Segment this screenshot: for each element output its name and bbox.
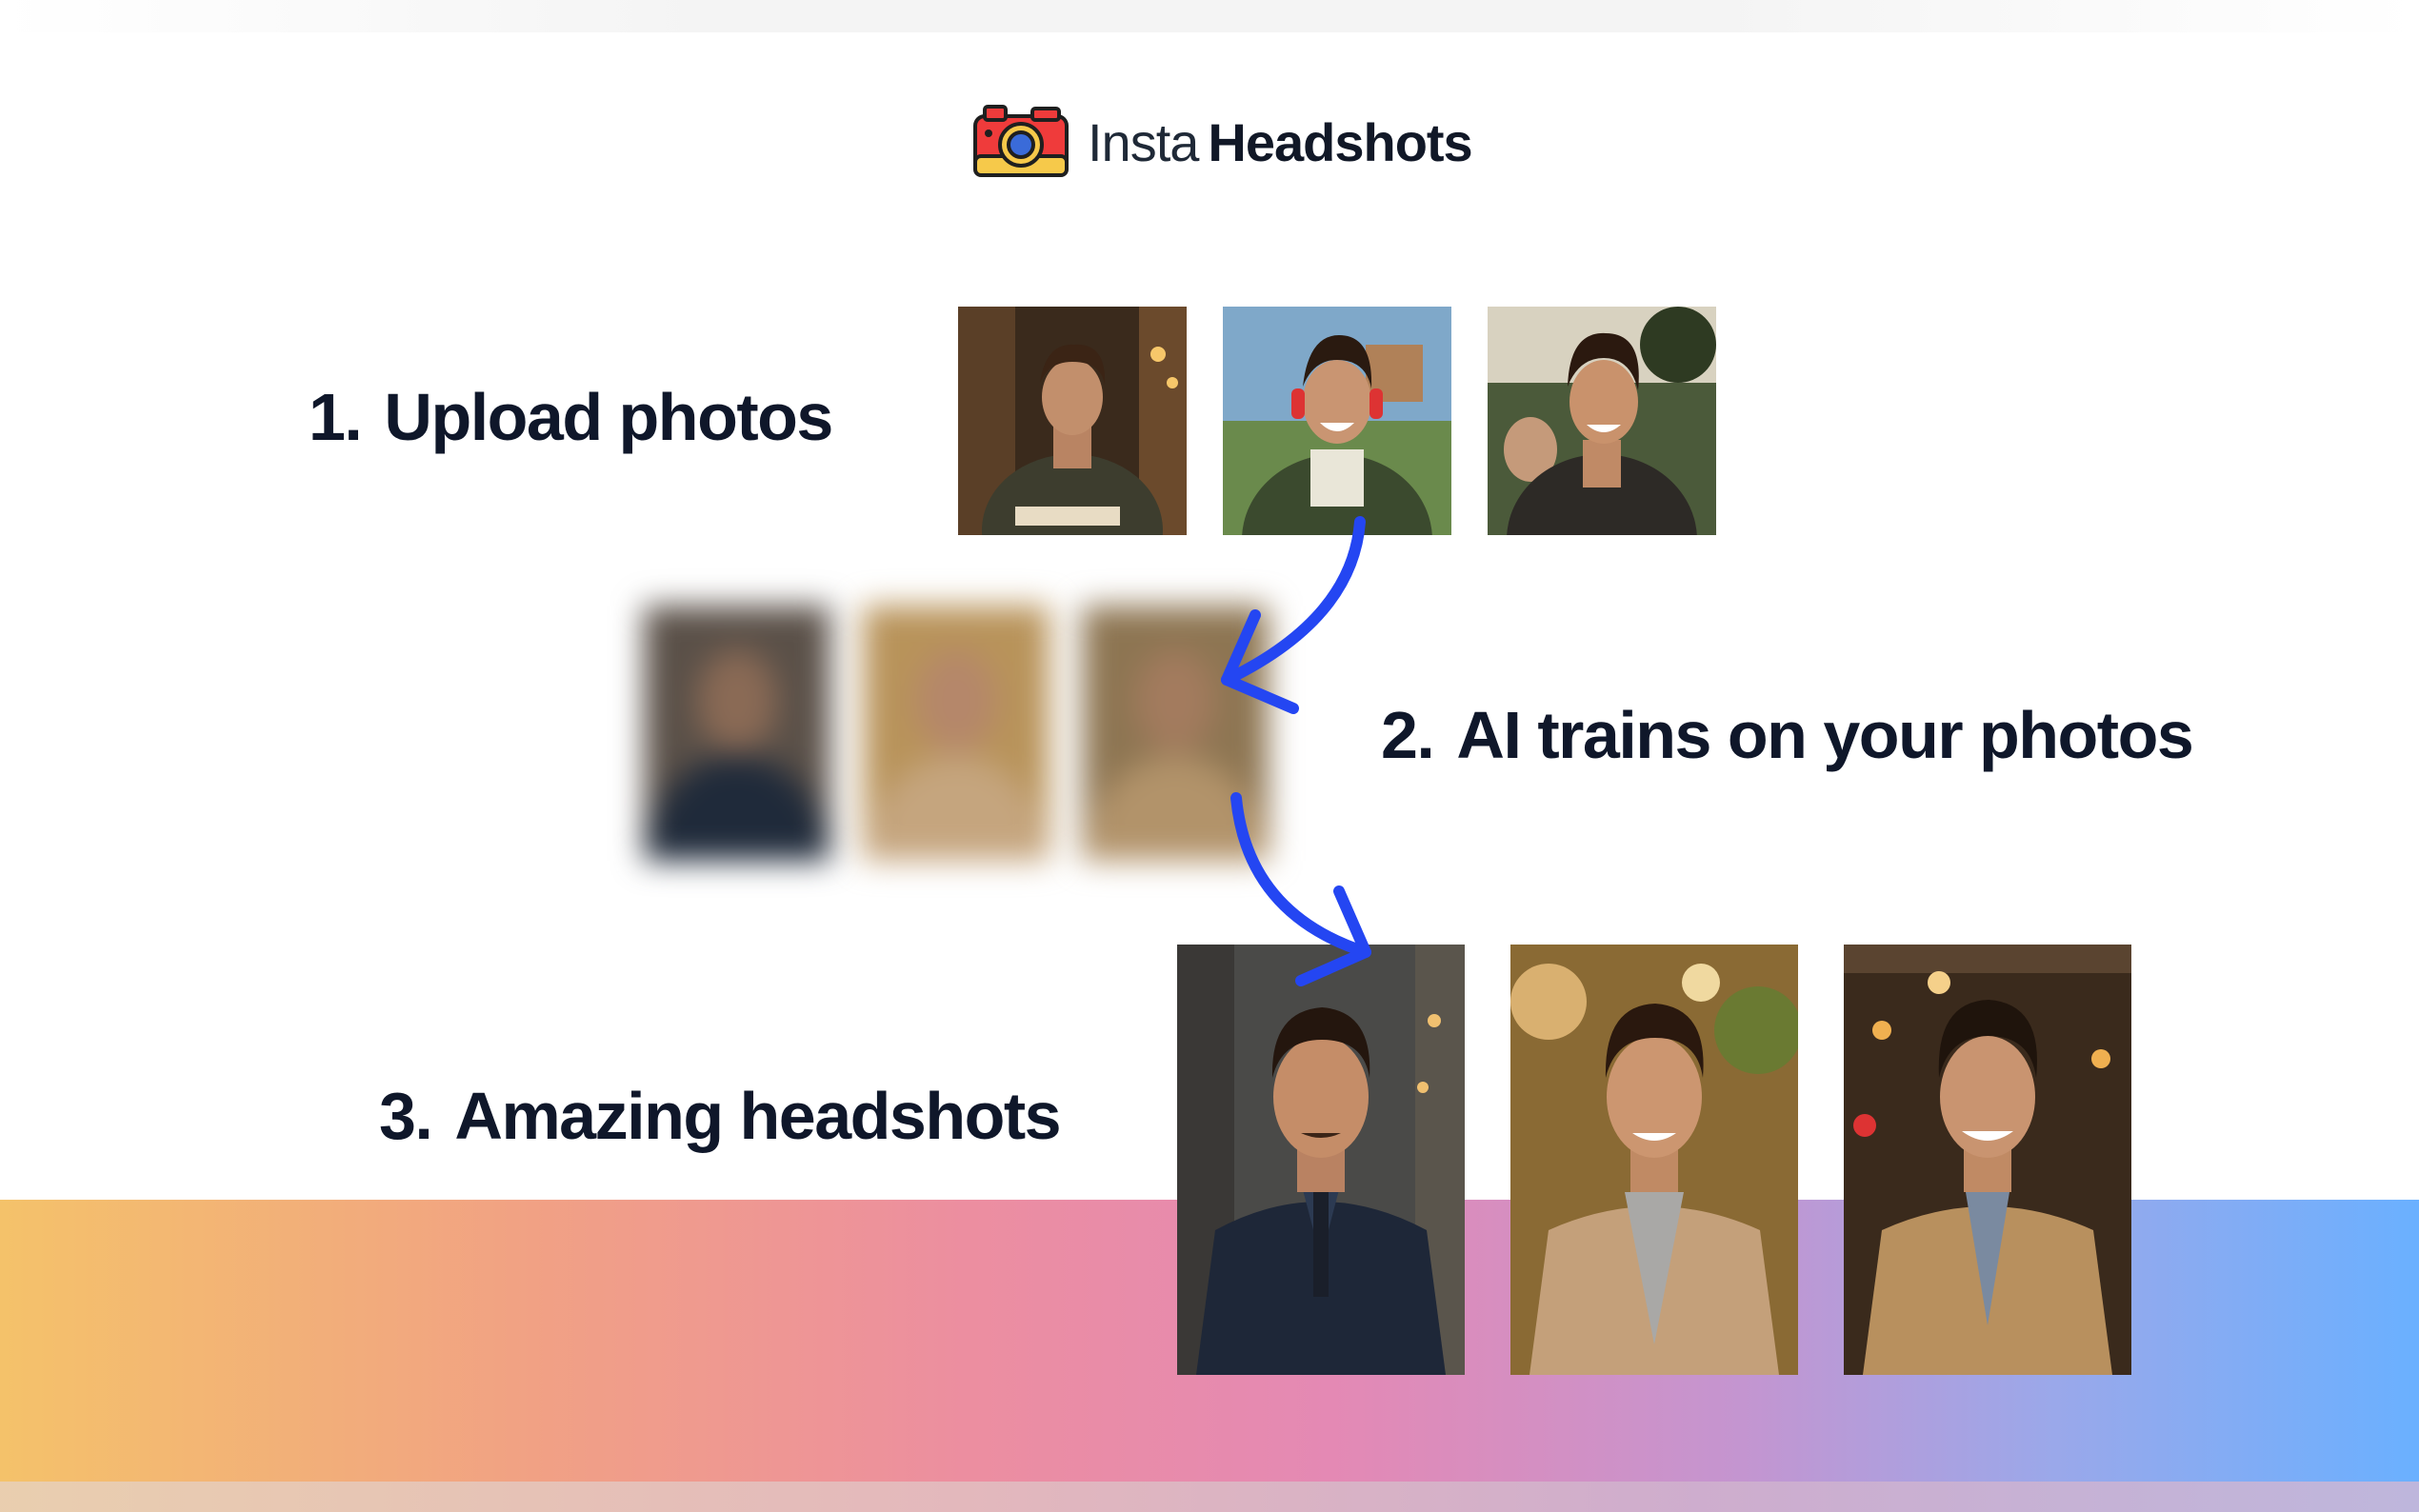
gradient-band-bottom — [0, 1482, 2419, 1512]
headshot-result-1 — [1177, 945, 1465, 1375]
uploaded-photo-1 — [958, 307, 1187, 535]
step-2-heading: 2. AI trains on your photos — [1381, 697, 2194, 773]
step-3-label: Amazing headshots — [454, 1079, 1061, 1153]
step-1-number: 1. — [309, 380, 363, 454]
camera-icon — [973, 103, 1069, 182]
brand-name-light: Insta — [1088, 112, 1199, 172]
brand-name-bold: Headshots — [1208, 112, 1472, 172]
uploaded-photo-3 — [1488, 307, 1716, 535]
brand-logo[interactable]: Insta Headshots — [973, 103, 1473, 182]
step-3-heading: 3. Amazing headshots — [379, 1078, 1062, 1154]
top-shade — [0, 0, 2419, 32]
headshot-result-2 — [1510, 945, 1798, 1375]
training-photo-2 — [863, 606, 1050, 861]
training-photo-3 — [1082, 606, 1269, 861]
brand-name: Insta Headshots — [1088, 111, 1473, 173]
headshot-result-3 — [1844, 945, 2131, 1375]
step-3-number: 3. — [379, 1079, 433, 1153]
step-1-label: Upload photos — [384, 380, 833, 454]
step-2-number: 2. — [1381, 698, 1435, 772]
step-1-heading: 1. Upload photos — [309, 379, 833, 455]
step-2-label: AI trains on your photos — [1456, 698, 2193, 772]
uploaded-photo-2 — [1223, 307, 1451, 535]
training-photo-1 — [644, 606, 830, 861]
